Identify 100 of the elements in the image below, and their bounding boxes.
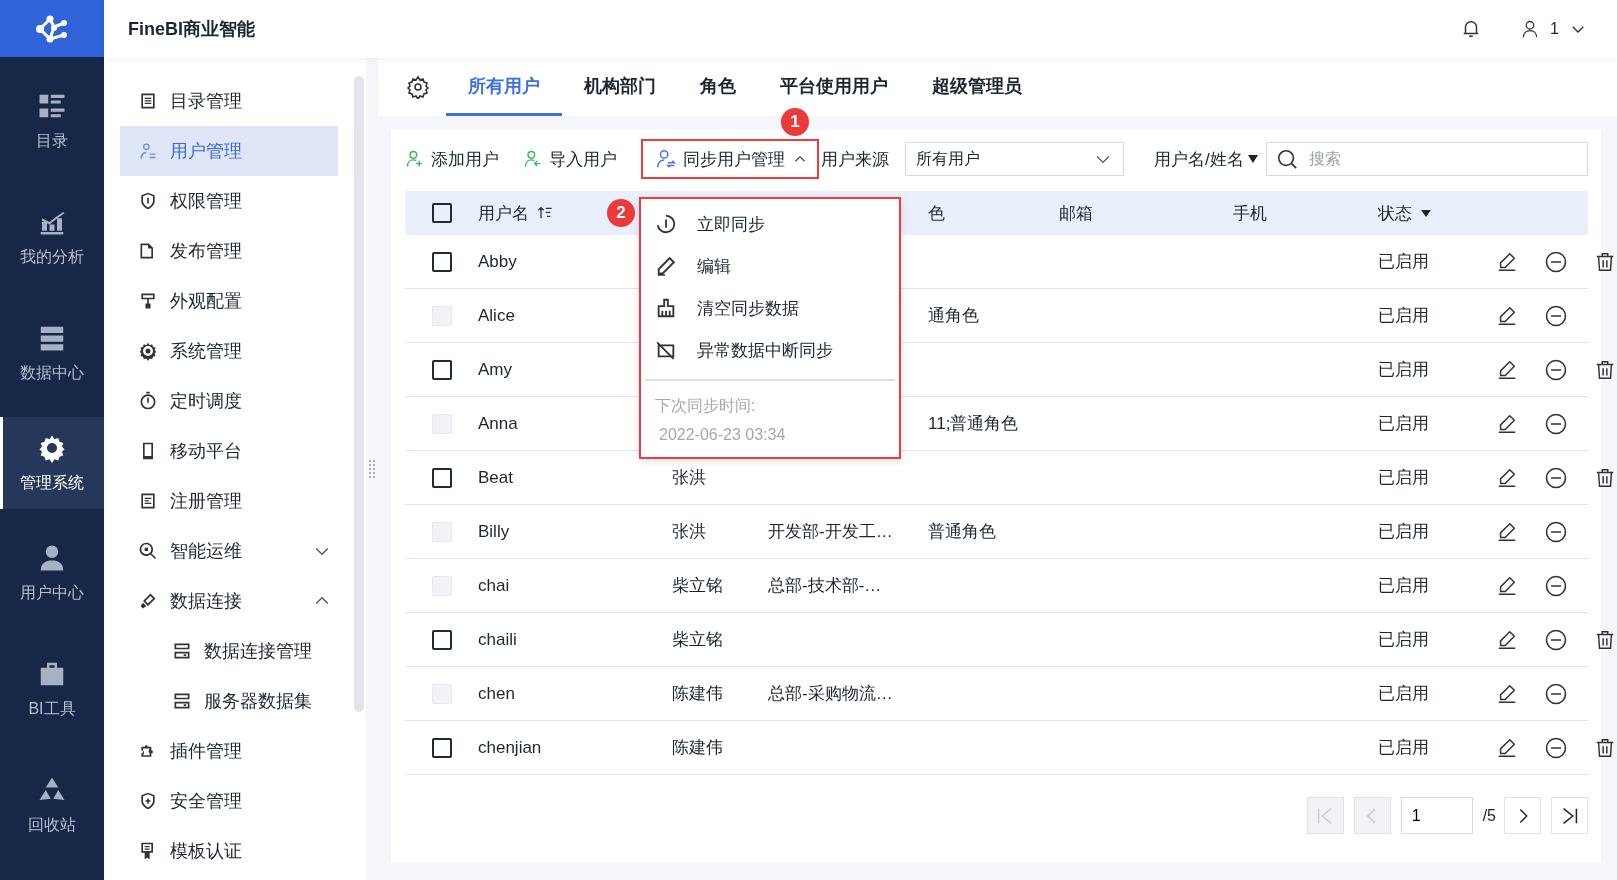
- sidebar-item[interactable]: 定时调度: [120, 376, 338, 426]
- table-cell: Abby: [478, 251, 517, 272]
- edit-icon[interactable]: [1496, 466, 1518, 489]
- disable-icon[interactable]: [1544, 627, 1568, 652]
- add-user-icon: [405, 149, 425, 169]
- edit-icon[interactable]: [1496, 574, 1518, 597]
- edit-icon[interactable]: [1496, 250, 1518, 273]
- sidebar-item[interactable]: 移动平台: [120, 426, 338, 476]
- app-title: FineBI商业智能: [128, 18, 255, 41]
- sidebar-item[interactable]: 注册管理: [120, 476, 338, 526]
- table-cell-text: 总部-技术部-…: [768, 575, 882, 597]
- checkbox[interactable]: [431, 467, 452, 488]
- sidebar-item[interactable]: 智能运维: [120, 526, 338, 576]
- sync-users-button[interactable]: 同步用户管理: [641, 139, 819, 179]
- sidebar-item[interactable]: 发布管理: [120, 226, 338, 276]
- disable-icon[interactable]: [1544, 303, 1568, 328]
- search-field[interactable]: 搜索: [1265, 142, 1588, 176]
- menu-item[interactable]: 清空同步数据: [641, 287, 899, 329]
- delete-icon[interactable]: [1594, 466, 1616, 489]
- edit-icon[interactable]: [1496, 736, 1518, 759]
- disable-icon[interactable]: [1544, 465, 1568, 490]
- import-user-icon: [523, 149, 543, 169]
- source-label: 用户来源: [821, 148, 889, 171]
- table-cell-text: 已启用: [1378, 683, 1429, 705]
- column-header[interactable]: 手机: [1233, 201, 1267, 225]
- checkbox[interactable]: [431, 737, 452, 758]
- checkbox[interactable]: [431, 359, 452, 380]
- edit-icon[interactable]: [1496, 628, 1518, 651]
- disable-icon[interactable]: [1544, 357, 1568, 382]
- search-field-select[interactable]: 用户名/姓名: [1154, 147, 1258, 171]
- edit-icon[interactable]: [1496, 358, 1518, 381]
- edit-icon[interactable]: [1496, 520, 1518, 543]
- edit-icon[interactable]: [1496, 682, 1518, 705]
- rail-item[interactable]: 回收站: [0, 753, 104, 857]
- column-header[interactable]: 邮箱: [1059, 201, 1093, 225]
- table-cell-text: 陈建伟: [672, 737, 723, 759]
- disable-icon[interactable]: [1544, 249, 1568, 274]
- sidebar-item[interactable]: 模板认证: [120, 826, 338, 876]
- filter-caret-icon[interactable]: [1420, 207, 1432, 219]
- sidebar-item[interactable]: 外观配置: [120, 276, 338, 326]
- scrollbar-thumb[interactable]: [354, 76, 364, 712]
- sidebar-item[interactable]: 系统管理: [120, 326, 338, 376]
- next-sync-time: 2022-06-23 03:34: [658, 425, 787, 445]
- edit-icon[interactable]: [1496, 304, 1518, 327]
- app-logo[interactable]: [0, 0, 104, 57]
- sidebar-item[interactable]: 数据连接管理: [120, 626, 338, 676]
- table-cell-text: 柴立铭: [672, 575, 723, 597]
- tab[interactable]: 机构部门: [562, 58, 678, 116]
- checkbox[interactable]: [431, 203, 452, 223]
- rail-item[interactable]: 我的分析: [0, 185, 104, 289]
- disable-icon[interactable]: [1544, 411, 1568, 436]
- table-cell-text: 已启用: [1378, 413, 1429, 435]
- rail-item[interactable]: 用户中心: [0, 521, 104, 625]
- disable-icon[interactable]: [1544, 573, 1568, 598]
- edit-icon[interactable]: [1496, 412, 1518, 435]
- sync-user-icon: [655, 148, 677, 170]
- sidebar-item[interactable]: 插件管理: [120, 726, 338, 776]
- tab[interactable]: 所有用户: [446, 58, 562, 116]
- checkbox[interactable]: [431, 629, 452, 650]
- disable-icon[interactable]: [1544, 681, 1568, 706]
- table-cell: chai: [478, 575, 510, 596]
- add-user-button[interactable]: 添加用户: [405, 139, 499, 179]
- rail-item[interactable]: BI工具: [0, 637, 104, 741]
- sidebar-item[interactable]: 用户管理: [120, 126, 338, 176]
- column-header[interactable]: 状态: [1378, 201, 1432, 225]
- resize-handle[interactable]: [368, 459, 376, 479]
- sidebar-item[interactable]: 安全管理: [120, 776, 338, 826]
- tab[interactable]: 超级管理员: [910, 58, 1044, 116]
- settings-icon[interactable]: [406, 75, 430, 99]
- table-cell-text: 已启用: [1378, 467, 1429, 489]
- disable-icon[interactable]: [1544, 735, 1568, 760]
- sort-icon[interactable]: [537, 205, 553, 221]
- delete-icon[interactable]: [1594, 736, 1616, 759]
- user-menu[interactable]: 1: [1520, 19, 1587, 39]
- table-cell-text: 开发部-开发工…: [768, 521, 893, 543]
- checkbox[interactable]: [431, 251, 452, 272]
- rail-item[interactable]: 目录: [0, 69, 104, 173]
- rail-item[interactable]: 数据中心: [0, 301, 104, 405]
- page-input[interactable]: 1: [1400, 797, 1473, 834]
- menu-item[interactable]: 异常数据中断同步: [641, 329, 899, 371]
- sidebar-item[interactable]: 数据连接: [120, 576, 338, 626]
- sidebar-item[interactable]: 权限管理: [120, 176, 338, 226]
- column-header[interactable]: 色: [928, 201, 945, 225]
- delete-icon[interactable]: [1594, 628, 1616, 651]
- column-header[interactable]: 用户名: [478, 201, 553, 225]
- import-user-button[interactable]: 导入用户: [523, 139, 617, 179]
- magnifier-icon: [138, 541, 158, 561]
- sidebar-item[interactable]: 服务器数据集: [120, 676, 338, 726]
- rail-item[interactable]: 管理系统: [0, 417, 104, 509]
- delete-icon[interactable]: [1594, 358, 1616, 381]
- delete-icon[interactable]: [1594, 250, 1616, 273]
- last-page-button[interactable]: [1551, 797, 1588, 834]
- sidebar-item[interactable]: 目录管理: [120, 76, 338, 126]
- menu-item[interactable]: 立即同步: [641, 203, 899, 245]
- source-select[interactable]: 所有用户: [905, 142, 1124, 176]
- tab[interactable]: 角色: [678, 58, 758, 116]
- menu-item[interactable]: 编辑: [641, 245, 899, 287]
- disable-icon[interactable]: [1544, 519, 1568, 544]
- table-cell-text: 张洪: [672, 521, 706, 543]
- table-cell-text: 已启用: [1378, 629, 1429, 651]
